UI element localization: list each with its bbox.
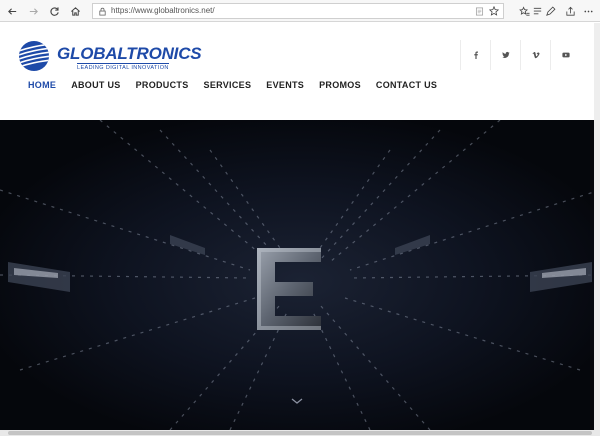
menu-item-about-us[interactable]: ABOUT US: [71, 80, 120, 94]
share-icon[interactable]: [562, 3, 578, 19]
menu-item-home[interactable]: HOME: [28, 80, 56, 94]
site-header: GLOBALTRONICS LEADING DIGITAL INNOVATION…: [0, 23, 600, 120]
menu-item-products[interactable]: PRODUCTS: [136, 80, 189, 94]
refresh-icon[interactable]: [46, 3, 62, 19]
twitter-icon[interactable]: [490, 40, 520, 70]
back-arrow-icon[interactable]: [4, 3, 20, 19]
facebook-icon[interactable]: [460, 40, 490, 70]
url-text: https://www.globaltronics.net/: [111, 6, 215, 15]
hero-metal-letter: [257, 248, 321, 330]
globe-logo-icon: [19, 41, 49, 71]
address-bar[interactable]: https://www.globaltronics.net/: [92, 3, 504, 19]
menu-item-promos[interactable]: PROMOS: [319, 80, 361, 94]
hero-banner: [0, 120, 600, 430]
scrollbar-thumb[interactable]: [8, 431, 592, 435]
browser-toolbar: https://www.globaltronics.net/: [0, 0, 600, 22]
forward-arrow-icon[interactable]: [25, 3, 41, 19]
menu-item-events[interactable]: EVENTS: [266, 80, 304, 94]
favorite-star-icon[interactable]: [489, 6, 499, 16]
vimeo-icon[interactable]: [520, 40, 550, 70]
horizontal-scrollbar[interactable]: [0, 430, 600, 436]
youtube-icon[interactable]: [550, 40, 580, 70]
site-logo[interactable]: GLOBALTRONICS LEADING DIGITAL INNOVATION: [18, 40, 208, 72]
chevron-down-icon[interactable]: [290, 396, 304, 406]
home-icon[interactable]: [67, 3, 83, 19]
pen-icon[interactable]: [542, 3, 558, 19]
main-menu: HOME ABOUT US PRODUCTS SERVICES EVENTS P…: [28, 80, 452, 94]
menu-item-services[interactable]: SERVICES: [204, 80, 252, 94]
vertical-scrollbar[interactable]: [594, 23, 600, 430]
lock-icon: [99, 7, 106, 16]
logo-tagline: LEADING DIGITAL INNOVATION: [77, 63, 169, 71]
reading-view-icon[interactable]: [475, 7, 484, 16]
more-icon[interactable]: [580, 3, 596, 19]
menu-item-contact-us[interactable]: CONTACT US: [376, 80, 437, 94]
logo-name: GLOBALTRONICS: [57, 44, 202, 63]
